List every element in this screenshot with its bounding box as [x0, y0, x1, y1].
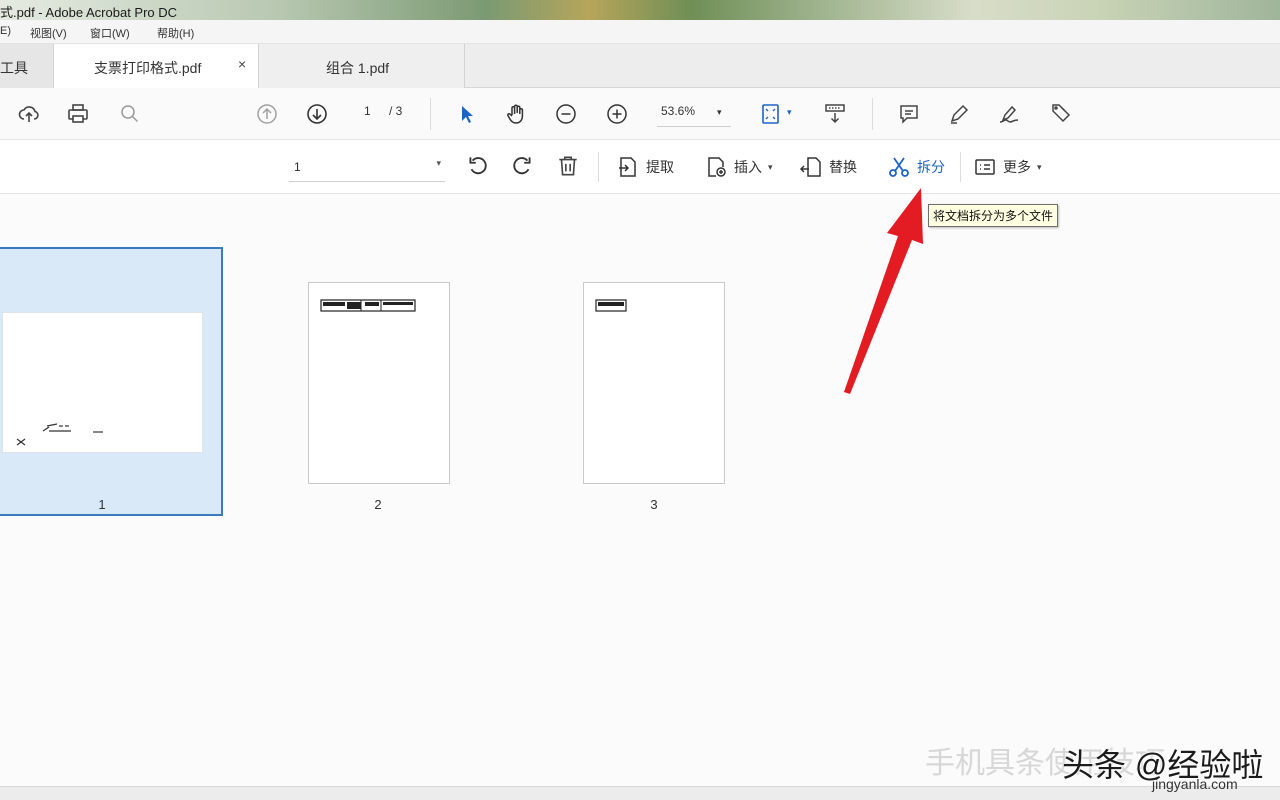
split-button[interactable]: 拆分 [887, 152, 945, 182]
page-number-current[interactable]: 1 [364, 104, 371, 118]
tab-second-document[interactable]: 组合 1.pdf [259, 44, 465, 88]
insert-button[interactable]: 插入 ▾ [704, 152, 773, 182]
replace-icon [799, 157, 821, 177]
zoom-in-icon[interactable] [603, 100, 631, 128]
fit-page-icon[interactable] [757, 100, 785, 128]
zoom-field[interactable] [657, 99, 731, 127]
tab-second-label: 组合 1.pdf [326, 60, 390, 76]
upload-icon[interactable] [15, 100, 43, 128]
page-down-icon[interactable] [303, 100, 331, 128]
fit-page-chevron-icon[interactable]: ▾ [787, 107, 792, 118]
extract-button[interactable]: 提取 [616, 152, 674, 182]
acrobat-window: 式.pdf - Adobe Acrobat Pro DC E) 视图(V) 窗口… [0, 0, 1280, 800]
tab-active-label: 支票打印格式.pdf [94, 60, 202, 76]
page-thumbnail-2[interactable] [308, 282, 450, 484]
replace-label: 替换 [829, 159, 857, 175]
status-bar [0, 786, 1280, 800]
menu-view[interactable]: 视图(V) [30, 25, 67, 41]
replace-button[interactable]: 替换 [799, 152, 857, 182]
insert-label: 插入 [734, 159, 762, 175]
menu-help[interactable]: 帮助(H) [157, 25, 194, 41]
scissors-icon [889, 157, 909, 177]
scroll-mode-icon[interactable] [821, 100, 849, 128]
page-3-content [595, 299, 627, 312]
more-button[interactable]: 更多 ▾ [973, 152, 1042, 182]
organize-pages-toolbar: 1 ▾ 提取 插入 ▾ 替换 拆分 更多 ▾ [0, 140, 1280, 194]
menu-window[interactable]: 窗口(W) [90, 25, 130, 41]
page-1-number: 1 [98, 497, 106, 512]
page-3-number: 3 [650, 497, 658, 512]
organize-divider [598, 152, 599, 182]
window-title: 式.pdf - Adobe Acrobat Pro DC [0, 5, 178, 20]
extract-icon [619, 157, 636, 177]
split-label: 拆分 [917, 159, 945, 175]
tab-tools-label: 工具 [0, 60, 28, 76]
page-range-value: 1 [294, 160, 301, 174]
page-thumbnail-3[interactable] [583, 282, 725, 484]
page-range-chevron-icon: ▾ [436, 158, 441, 168]
insert-chevron-icon: ▾ [768, 161, 773, 172]
toolbar-divider [430, 98, 431, 130]
zoom-out-icon[interactable] [552, 100, 580, 128]
select-arrow-icon[interactable] [452, 100, 480, 128]
page-thumbnails-area: 1 2 3 [0, 194, 1280, 786]
page-1-content [16, 423, 103, 446]
page-range-select[interactable]: 1 ▾ [289, 154, 445, 182]
rotate-right-icon[interactable] [509, 153, 537, 181]
main-toolbar: 1 / 3 53.6% ▾ ▾ [0, 88, 1280, 140]
zoom-search-icon[interactable] [116, 100, 144, 128]
extract-label: 提取 [646, 159, 674, 175]
delete-page-icon[interactable] [555, 153, 583, 181]
page-thumbnail-1[interactable] [2, 312, 203, 453]
insert-icon [708, 157, 726, 177]
page-2-number: 2 [374, 497, 382, 512]
pen-icon[interactable] [945, 100, 973, 128]
split-tooltip: 将文档拆分为多个文件 [928, 204, 1059, 227]
toolbar-divider-2 [872, 98, 873, 130]
tab-tools[interactable]: 工具 [0, 44, 54, 88]
red-annotation-arrow-icon [844, 188, 923, 394]
more-icon [975, 159, 995, 175]
title-bar: 式.pdf - Adobe Acrobat Pro DC [0, 0, 1280, 20]
comment-icon[interactable] [895, 100, 923, 128]
menu-bar: E) 视图(V) 窗口(W) 帮助(H) [0, 20, 1280, 44]
more-chevron-icon: ▾ [1037, 161, 1042, 172]
close-tab-icon[interactable]: × [238, 56, 246, 72]
watermark-site: jingyanla.com [1152, 776, 1238, 792]
tab-active-document[interactable]: 支票打印格式.pdf × [54, 44, 259, 89]
document-tab-bar: 工具 支票打印格式.pdf × 组合 1.pdf [0, 44, 1280, 89]
rotate-left-icon[interactable] [465, 153, 493, 181]
page-number-total: / 3 [389, 104, 403, 118]
page-up-icon[interactable] [253, 100, 281, 128]
hand-icon[interactable] [502, 100, 530, 128]
share-icon[interactable] [1046, 100, 1074, 128]
print-icon[interactable] [64, 100, 92, 128]
organize-divider-2 [960, 152, 961, 182]
menu-edit[interactable]: E) [0, 25, 11, 37]
more-label: 更多 [1003, 159, 1031, 175]
page-2-content [320, 299, 416, 312]
sign-icon[interactable] [995, 100, 1023, 128]
